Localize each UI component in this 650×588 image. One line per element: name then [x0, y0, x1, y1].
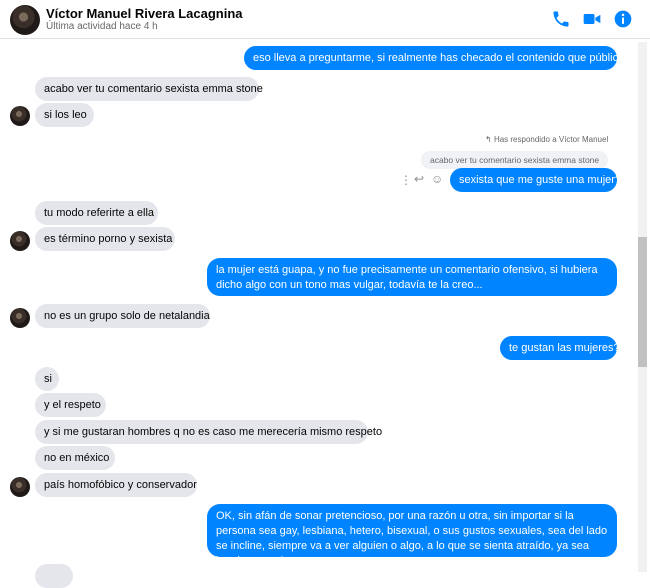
sender-avatar — [10, 477, 30, 497]
message-incoming[interactable]: tu modo referirte a ella — [35, 201, 158, 225]
message-incoming[interactable]: no es un grupo solo de netalandia — [35, 304, 210, 328]
message-outgoing[interactable]: sexista que me guste una mujer? — [450, 168, 621, 192]
sender-avatar — [10, 106, 30, 126]
reply-note: ↰ Has respondido a Víctor Manuel — [485, 135, 608, 144]
message-incoming[interactable]: si los leo — [35, 103, 94, 127]
message-incoming[interactable]: y el respeto — [35, 393, 106, 417]
message-incoming[interactable]: es término porno y sexista — [35, 227, 175, 251]
message-incoming[interactable]: no en méxico — [35, 446, 115, 470]
chat-header: Víctor Manuel Rivera Lacagnina Última ac… — [0, 0, 650, 39]
quoted-message[interactable]: acabo ver tu comentario sexista emma sto… — [421, 151, 609, 169]
message-outgoing[interactable]: OK, sin afán de sonar pretencioso, por u… — [207, 504, 617, 567]
contact-status: Última actividad hace 4 h — [46, 21, 158, 32]
video-camera-icon[interactable] — [582, 9, 602, 29]
contact-avatar[interactable] — [10, 5, 40, 35]
sender-avatar — [10, 231, 30, 251]
reply-arrow-icon: ↰ — [485, 135, 492, 144]
more-options-icon[interactable]: ⋮ — [400, 173, 412, 187]
message-incoming[interactable]: país homofóbico y conservador — [35, 473, 197, 497]
reply-icon[interactable]: ↩ — [414, 172, 424, 186]
emoji-reaction-icon[interactable]: ☺ — [431, 172, 443, 186]
phone-icon[interactable] — [551, 9, 571, 29]
message-incoming[interactable]: acabo ver tu comentario sexista emma sto… — [35, 77, 263, 101]
message-outgoing[interactable]: eso lleva a preguntarme, si realmente ha… — [244, 46, 633, 70]
message-incoming-partial[interactable] — [35, 564, 73, 588]
message-incoming[interactable]: si — [35, 367, 59, 391]
info-icon[interactable] — [613, 9, 633, 29]
contact-name[interactable]: Víctor Manuel Rivera Lacagnina — [46, 6, 243, 21]
scrollbar-thumb[interactable] — [638, 237, 647, 367]
message-incoming[interactable]: y si me gustaran hombres q no es caso me… — [35, 420, 382, 444]
sender-avatar — [10, 308, 30, 328]
message-outgoing[interactable]: la mujer está guapa, y no fue precisamen… — [207, 258, 617, 296]
message-outgoing[interactable]: te gustan las mujeres? — [500, 336, 620, 360]
reply-note-text: Has respondido a Víctor Manuel — [493, 135, 609, 144]
